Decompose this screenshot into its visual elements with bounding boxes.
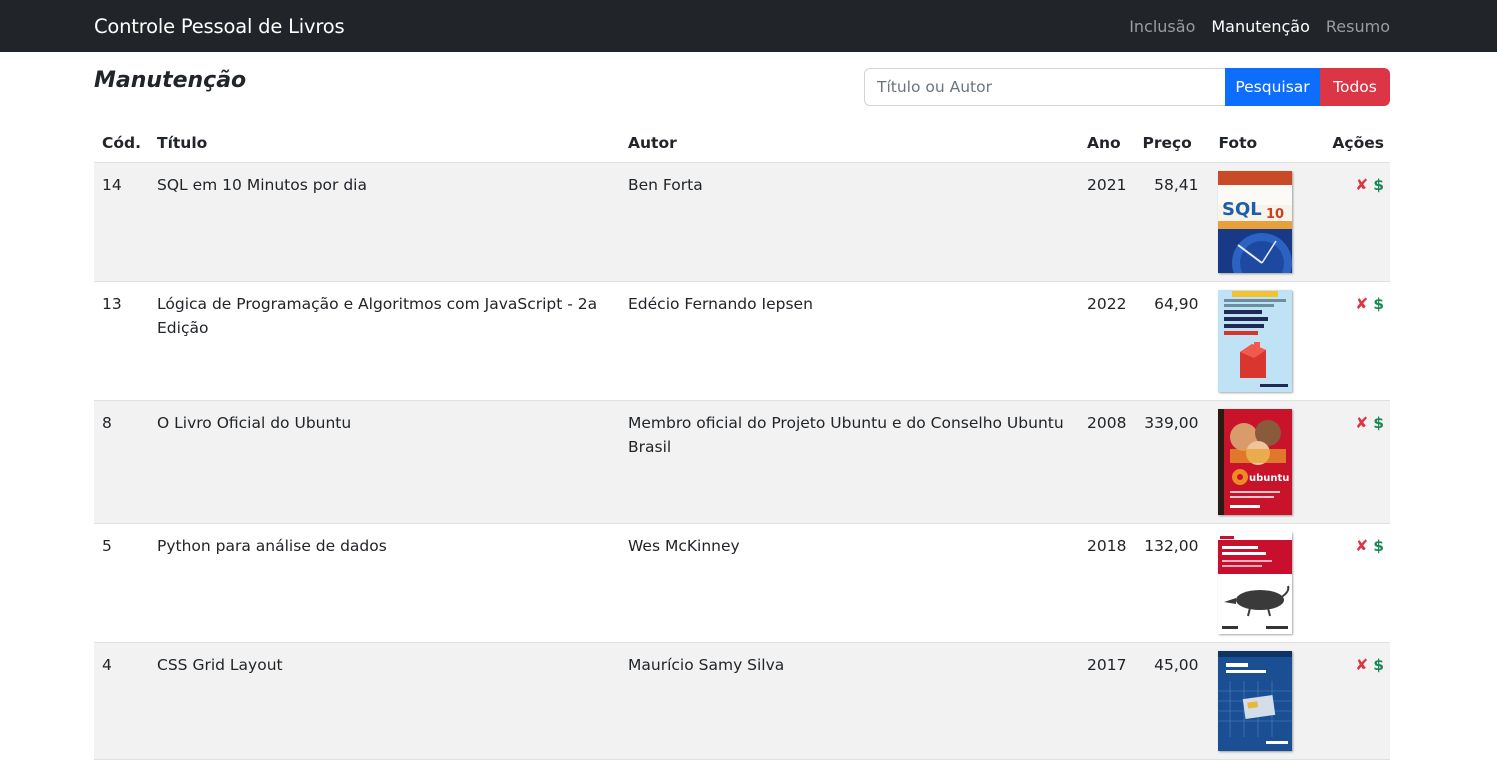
nav-link-manutencao[interactable]: Manutenção (1211, 17, 1310, 36)
cell-photo (1206, 523, 1319, 643)
book-cover-css-grid (1218, 650, 1293, 751)
cell-author: Membro oficial do Projeto Ubuntu e do Co… (620, 400, 1080, 524)
dollar-icon[interactable]: $ (1373, 295, 1384, 313)
cell-price: 45,00 (1134, 642, 1207, 760)
svg-text:10: 10 (1266, 207, 1284, 222)
cell-actions: ✘ $ (1318, 162, 1390, 282)
all-button[interactable]: Todos (1320, 68, 1390, 106)
table-row: 4 CSS Grid Layout Maurício Samy Silva 20… (94, 642, 1390, 760)
books-table: Cód. Título Autor Ano Preço Foto Ações 1… (94, 124, 1390, 760)
cell-cod: 4 (94, 642, 150, 760)
cell-cod: 8 (94, 400, 150, 524)
cell-title: O Livro Oficial do Ubuntu (149, 400, 621, 524)
x-mark-icon[interactable]: ✘ (1355, 656, 1368, 674)
dollar-icon[interactable]: $ (1373, 656, 1384, 674)
x-mark-icon[interactable]: ✘ (1355, 176, 1368, 194)
dollar-icon[interactable]: $ (1373, 176, 1384, 194)
cell-author: Wes McKinney (620, 523, 1080, 643)
cell-actions: ✘ $ (1318, 281, 1390, 401)
page-title: Manutenção (94, 68, 247, 93)
x-mark-icon[interactable]: ✘ (1355, 414, 1368, 432)
table-row: 5 Python para análise de dados Wes McKin… (94, 523, 1390, 643)
header-price: Preço (1134, 124, 1207, 163)
book-cover-sql: SQL 10 (1218, 170, 1293, 273)
cell-title: CSS Grid Layout (149, 642, 621, 760)
cell-photo (1206, 281, 1319, 401)
top-navbar: Controle Pessoal de Livros Inclusão Manu… (0, 0, 1497, 52)
nav-links: Inclusão Manutenção Resumo (1129, 17, 1390, 36)
cell-actions: ✘ $ (1318, 523, 1390, 643)
header-actions: Ações (1318, 124, 1390, 163)
cell-cod: 13 (94, 281, 150, 401)
table-row: 8 O Livro Oficial do Ubuntu Membro ofici… (94, 400, 1390, 524)
book-cover-python (1218, 531, 1293, 634)
search-button[interactable]: Pesquisar (1225, 68, 1320, 106)
cell-price: 64,90 (1134, 281, 1207, 401)
cell-price: 339,00 (1134, 400, 1207, 524)
cell-author: Maurício Samy Silva (620, 642, 1080, 760)
table-row: 13 Lógica de Programação e Algoritmos co… (94, 281, 1390, 401)
cell-photo: ubuntu (1206, 400, 1319, 524)
cell-title: Python para análise de dados (149, 523, 621, 643)
cell-title: SQL em 10 Minutos por dia (149, 162, 621, 282)
table-row: 14 SQL em 10 Minutos por dia Ben Forta 2… (94, 162, 1390, 282)
search-form: Pesquisar Todos (864, 68, 1390, 106)
header-cod: Cód. (94, 124, 150, 163)
svg-text:SQL: SQL (1222, 199, 1262, 220)
cell-price: 58,41 (1134, 162, 1207, 282)
cell-photo (1206, 642, 1319, 760)
x-mark-icon[interactable]: ✘ (1355, 537, 1368, 555)
book-cover-logica (1218, 289, 1293, 392)
svg-text:ubuntu: ubuntu (1249, 473, 1289, 484)
brand-title[interactable]: Controle Pessoal de Livros (94, 15, 345, 38)
cell-author: Ben Forta (620, 162, 1080, 282)
cell-year: 2008 (1079, 400, 1135, 524)
dollar-icon[interactable]: $ (1373, 414, 1384, 432)
cell-photo: SQL 10 (1206, 162, 1319, 282)
cell-actions: ✘ $ (1318, 642, 1390, 760)
cell-year: 2021 (1079, 162, 1135, 282)
cell-year: 2017 (1079, 642, 1135, 760)
cell-cod: 5 (94, 523, 150, 643)
x-mark-icon[interactable]: ✘ (1355, 295, 1368, 313)
cell-year: 2018 (1079, 523, 1135, 643)
cell-year: 2022 (1079, 281, 1135, 401)
cell-cod: 14 (94, 162, 150, 282)
nav-link-inclusao[interactable]: Inclusão (1129, 17, 1195, 36)
dollar-icon[interactable]: $ (1373, 537, 1384, 555)
book-cover-ubuntu: ubuntu (1218, 408, 1293, 515)
table-header-row: Cód. Título Autor Ano Preço Foto Ações (94, 124, 1390, 163)
cell-actions: ✘ $ (1318, 400, 1390, 524)
cell-author: Edécio Fernando Iepsen (620, 281, 1080, 401)
cell-title: Lógica de Programação e Algoritmos com J… (149, 281, 621, 401)
header-year: Ano (1079, 124, 1135, 163)
header-photo: Foto (1206, 124, 1319, 163)
cell-price: 132,00 (1134, 523, 1207, 643)
search-input[interactable] (864, 68, 1225, 106)
header-title: Título (149, 124, 621, 163)
header-author: Autor (620, 124, 1080, 163)
nav-link-resumo[interactable]: Resumo (1326, 17, 1390, 36)
